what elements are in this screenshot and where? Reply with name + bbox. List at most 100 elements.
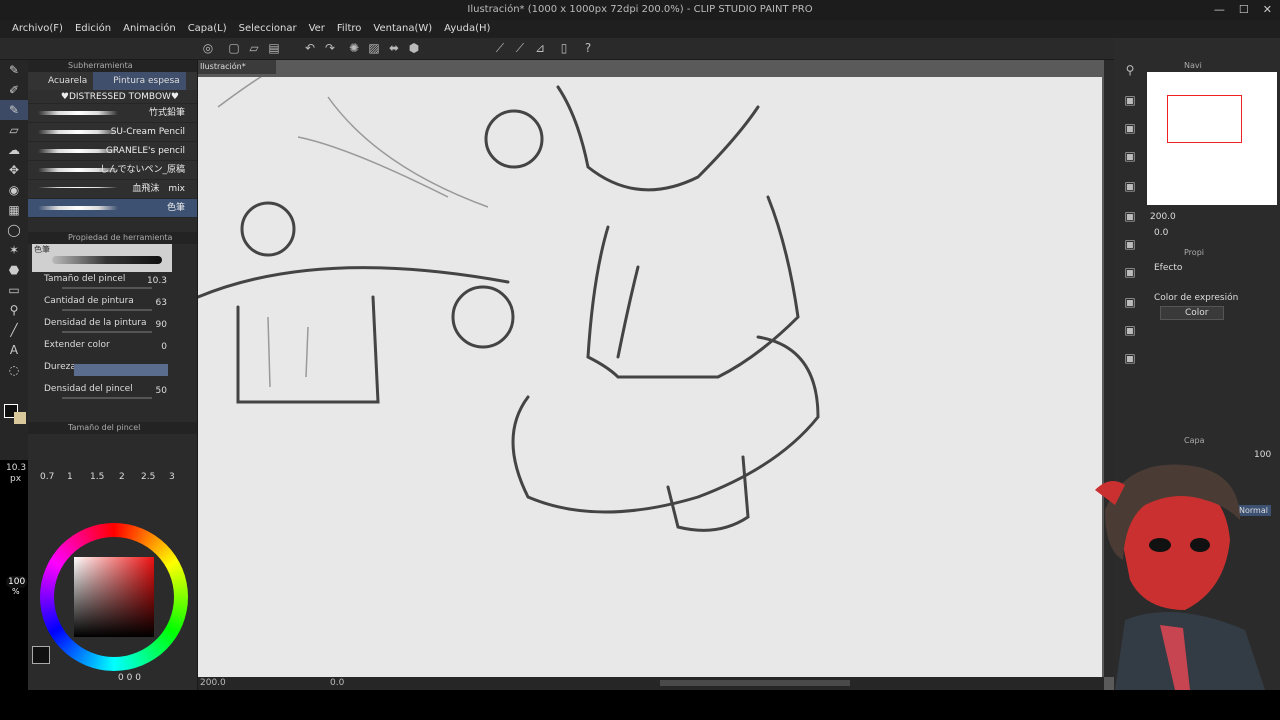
menu-ventana[interactable]: Ventana(W) [367, 20, 438, 38]
material-icon[interactable]: ▣ [1118, 234, 1142, 254]
material-icon[interactable]: ▣ [1118, 206, 1142, 226]
wand-tool-icon[interactable]: ✶ [0, 240, 28, 260]
transform-icon[interactable]: ⬌ [386, 41, 402, 56]
navigator-rotate[interactable]: 0.0 [1154, 228, 1168, 238]
gradient-tool-icon[interactable]: ▦ [0, 200, 28, 220]
size-option[interactable]: 1.5 [90, 472, 104, 482]
sketch-drawing [196, 66, 820, 532]
command-bar: ◎ ▢ ▱ ▤ ↶ ↷ ✺ ▨ ⬌ ⬢ ⟋ ⟋ ⊿ ▯ ? [0, 38, 1280, 60]
brush-item[interactable]: しんでないペン_原稿 [28, 161, 197, 180]
prop-row[interactable]: Tamaño del pincel 10.3 [28, 272, 197, 294]
undo-icon[interactable]: ↶ [302, 41, 318, 56]
bottom-bar [0, 690, 1280, 720]
blend-tool-icon[interactable]: ☁ [0, 140, 28, 160]
material-icon[interactable]: ▣ [1118, 146, 1142, 166]
new-file-icon[interactable]: ▢ [226, 41, 242, 56]
brush-item[interactable]: SU-Cream Pencil [28, 123, 197, 142]
rect-tool-icon[interactable]: ▭ [0, 280, 28, 300]
move-tool-icon[interactable]: ✥ [0, 160, 28, 180]
sub-color-swatch[interactable] [14, 412, 26, 424]
menu-archivo[interactable]: Archivo(F) [6, 20, 69, 38]
pencil-tool-icon[interactable]: ✐ [0, 80, 28, 100]
maximize-button[interactable]: ☐ [1239, 0, 1249, 20]
material-icon[interactable]: ▣ [1118, 262, 1142, 282]
size-option[interactable]: 1 [67, 472, 73, 482]
main-color-chip[interactable] [32, 646, 50, 664]
size-option[interactable]: 2 [119, 472, 125, 482]
search-icon[interactable]: ⚲ [1118, 60, 1142, 80]
menu-animacion[interactable]: Animación [117, 20, 182, 38]
color-sv-square[interactable] [74, 557, 154, 637]
minimize-button[interactable]: — [1214, 0, 1225, 20]
fill-icon[interactable]: ⬢ [406, 41, 422, 56]
menu-filtro[interactable]: Filtro [331, 20, 368, 38]
window-controls: — ☐ ✕ [1214, 0, 1272, 20]
snap-special-icon[interactable]: ⟋ [512, 41, 528, 56]
brush-size-readout: 10.3 [6, 463, 27, 473]
material-icon[interactable]: ▣ [1118, 118, 1142, 138]
device-icon[interactable]: ▯ [556, 41, 572, 56]
prop-row-dureza[interactable]: Dureza [28, 360, 197, 382]
eraser-tool-icon[interactable]: ▱ [0, 120, 28, 140]
close-button[interactable]: ✕ [1263, 0, 1272, 20]
prop-row[interactable]: Extender color 0 [28, 338, 197, 360]
layer-property-header: Propi [1184, 248, 1204, 257]
brush-item[interactable]: 血飛沫 mix [28, 180, 197, 199]
snap-grid-icon[interactable]: ⊿ [532, 41, 548, 56]
text-tool-icon[interactable]: A [0, 340, 28, 360]
size-option[interactable]: 2.5 [141, 472, 155, 482]
size-option[interactable]: 3 [169, 472, 175, 482]
tab-pintura-espesa[interactable]: Pintura espesa [93, 72, 186, 90]
menu-capa[interactable]: Capa(L) [182, 20, 233, 38]
balloon-tool-icon[interactable]: ◌ [0, 360, 28, 380]
menu-bar: Archivo(F) Edición Animación Capa(L) Sel… [0, 20, 1280, 38]
material-icon[interactable]: ▣ [1118, 292, 1142, 312]
redo-icon[interactable]: ↷ [322, 41, 338, 56]
prop-row[interactable]: Densidad de la pintura 90 [28, 316, 197, 338]
help-icon[interactable]: ? [580, 41, 596, 56]
drawing-canvas[interactable] [196, 66, 1102, 677]
pen-tool-icon[interactable]: ✎ [0, 60, 28, 80]
material-icon[interactable]: ▣ [1118, 320, 1142, 340]
menu-ver[interactable]: Ver [303, 20, 331, 38]
menu-ayuda[interactable]: Ayuda(H) [438, 20, 496, 38]
size-option[interactable]: 0.7 [40, 472, 54, 482]
menu-edicion[interactable]: Edición [69, 20, 117, 38]
tab-acuarela[interactable]: Acuarela [28, 72, 93, 90]
zoom-tool-icon[interactable]: ⚲ [0, 300, 28, 320]
rotate-readout[interactable]: 0.0 [330, 678, 344, 688]
canvas-tab[interactable]: Ilustración* [198, 60, 276, 74]
expression-color-select[interactable]: Color [1160, 306, 1224, 320]
avatar-overlay [1075, 450, 1280, 690]
open-icon[interactable]: ▱ [246, 41, 262, 56]
brush-item-selected[interactable]: 色筆 [28, 199, 197, 218]
subtool-header: Subherramienta [28, 60, 197, 72]
canvas-hscroll[interactable] [660, 680, 850, 686]
prop-row[interactable]: Densidad del pincel 50 [28, 382, 197, 404]
material-icon[interactable]: ▣ [1118, 176, 1142, 196]
material-icon[interactable]: ▣ [1118, 90, 1142, 110]
bucket-tool-icon[interactable]: ⬣ [0, 260, 28, 280]
app-icon[interactable]: ◎ [200, 41, 216, 56]
layer-panel-header: Capa [1184, 436, 1205, 445]
snap-ruler-icon[interactable]: ⟋ [492, 41, 508, 56]
navigator-zoom[interactable]: 200.0 [1150, 212, 1176, 222]
brush-item[interactable]: ♥DISTRESSED TOMBOW♥ [28, 90, 197, 104]
zoom-readout[interactable]: 200.0 [200, 678, 226, 688]
save-icon[interactable]: ▤ [266, 41, 282, 56]
lasso-tool-icon[interactable]: ◯ [0, 220, 28, 240]
spinner-icon[interactable]: ✺ [346, 41, 362, 56]
clear-icon[interactable]: ▨ [366, 41, 382, 56]
menu-seleccionar[interactable]: Seleccionar [233, 20, 303, 38]
brush-tool-icon[interactable]: ✎ [0, 100, 28, 120]
tool-bar: ✎ ✐ ✎ ▱ ☁ ✥ ◉ ▦ ◯ ✶ ⬣ ▭ ⚲ ╱ A ◌ [0, 60, 28, 460]
effect-label: Efecto [1154, 263, 1183, 273]
brush-item[interactable]: 竹式鉛筆 [28, 104, 197, 123]
brush-item[interactable]: GRANELE's pencil [28, 142, 197, 161]
navigator-view-rect[interactable] [1167, 95, 1242, 143]
brush-size-unit: px [10, 474, 22, 484]
fill-tool-icon[interactable]: ◉ [0, 180, 28, 200]
line-tool-icon[interactable]: ╱ [0, 320, 28, 340]
prop-row[interactable]: Cantidad de pintura 63 [28, 294, 197, 316]
material-icon[interactable]: ▣ [1118, 348, 1142, 368]
